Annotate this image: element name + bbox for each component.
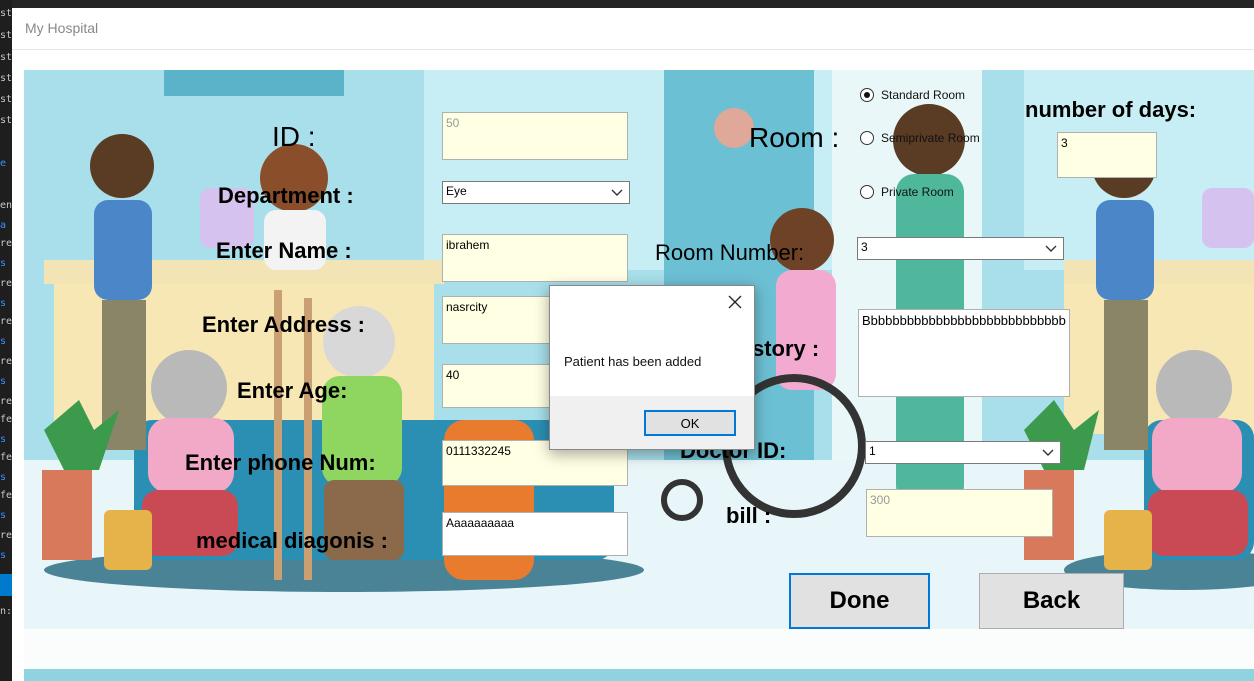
editor-text: st xyxy=(0,115,12,126)
editor-text: fe xyxy=(0,414,12,425)
room-number-value: 3 xyxy=(861,240,868,254)
editor-text: re xyxy=(0,316,12,327)
room-number-label: Room Number: xyxy=(655,240,805,265)
department-select[interactable]: Eye xyxy=(442,181,630,204)
editor-text: st xyxy=(0,94,12,105)
address-field[interactable]: nasrcity xyxy=(442,296,562,344)
department-value: Eye xyxy=(446,184,467,198)
radio-unselected-icon xyxy=(860,131,874,145)
editor-text: s xyxy=(0,510,7,521)
editor-text: a xyxy=(0,220,7,231)
editor-text: n: xyxy=(0,606,12,617)
editor-text: s xyxy=(0,434,7,445)
background-titlebar xyxy=(12,0,1254,8)
radio-unselected-icon xyxy=(860,185,874,199)
age-field[interactable]: 40 xyxy=(442,364,562,408)
bill-field[interactable]: 300 xyxy=(866,489,1053,537)
window-title: My Hospital xyxy=(25,20,99,36)
doctor-id-select[interactable]: 1 xyxy=(865,441,1061,464)
private-room-label: Private Room xyxy=(881,185,954,199)
name-label: Enter Name : xyxy=(216,238,352,263)
department-label: Department : xyxy=(218,183,354,208)
editor-text: s xyxy=(0,336,7,347)
editor-text: s xyxy=(0,550,7,561)
number-of-days-label: number of days: xyxy=(1025,97,1197,122)
background-editor: st st st st st st e en a re s re s re s … xyxy=(0,0,12,681)
message-dialog: Patient has been added OK xyxy=(549,285,755,450)
address-label: Enter Address : xyxy=(202,312,366,337)
room-label: Room : xyxy=(749,122,840,153)
editor-text: re xyxy=(0,356,12,367)
doctor-id-value: 1 xyxy=(869,444,876,458)
editor-text: st xyxy=(0,8,12,19)
editor-text: st xyxy=(0,73,12,84)
background-floor xyxy=(24,629,1254,669)
private-room-radio[interactable]: Private Room xyxy=(860,185,954,199)
editor-text: re xyxy=(0,530,12,541)
chevron-down-icon xyxy=(1042,449,1054,456)
semiprivate-room-label: Semiprivate Room xyxy=(881,131,980,145)
editor-status-bar xyxy=(0,574,12,596)
editor-text: st xyxy=(0,30,12,41)
editor-text: s xyxy=(0,472,7,483)
screen: st st st st st st e en a re s re s re s … xyxy=(0,0,1254,681)
background-floor-strip xyxy=(24,669,1254,681)
bill-label: bill : xyxy=(726,503,772,528)
editor-text: re xyxy=(0,396,12,407)
done-button[interactable]: Done xyxy=(789,573,930,629)
editor-text: st xyxy=(0,52,12,63)
id-label: ID : xyxy=(272,121,316,152)
chevron-down-icon xyxy=(1045,245,1057,252)
diagnosis-label: medical diagonis : xyxy=(196,528,388,553)
editor-text: re xyxy=(0,278,12,289)
phone-label: Enter phone Num: xyxy=(185,450,376,475)
room-number-select[interactable]: 3 xyxy=(857,237,1064,260)
close-icon[interactable] xyxy=(728,295,742,309)
age-label: Enter Age: xyxy=(237,378,348,403)
editor-text: fe xyxy=(0,452,12,463)
editor-text: fe xyxy=(0,490,12,501)
editor-text: s xyxy=(0,376,7,387)
window-titlebar: My Hospital xyxy=(12,8,1254,50)
dialog-message: Patient has been added xyxy=(564,354,702,369)
editor-text: s xyxy=(0,298,7,309)
editor-text: re xyxy=(0,238,12,249)
semiprivate-room-radio[interactable]: Semiprivate Room xyxy=(860,131,980,145)
standard-room-label: Standard Room xyxy=(881,88,966,102)
diagnosis-field[interactable]: Aaaaaaaaaa xyxy=(442,512,628,556)
editor-text: s xyxy=(0,258,7,269)
back-button[interactable]: Back xyxy=(979,573,1124,629)
radio-selected-icon xyxy=(860,88,874,102)
editor-text: e xyxy=(0,158,7,169)
editor-text: en xyxy=(0,200,12,211)
history-field[interactable]: Bbbbbbbbbbbbbbbbbbbbbbbbbbbb xyxy=(858,309,1070,397)
chevron-down-icon xyxy=(611,189,623,196)
standard-room-radio[interactable]: Standard Room xyxy=(860,88,965,102)
id-field[interactable]: 50 xyxy=(442,112,628,160)
name-field[interactable]: ibrahem xyxy=(442,234,628,282)
ok-button[interactable]: OK xyxy=(644,410,736,436)
number-of-days-field[interactable]: 3 xyxy=(1057,132,1157,178)
